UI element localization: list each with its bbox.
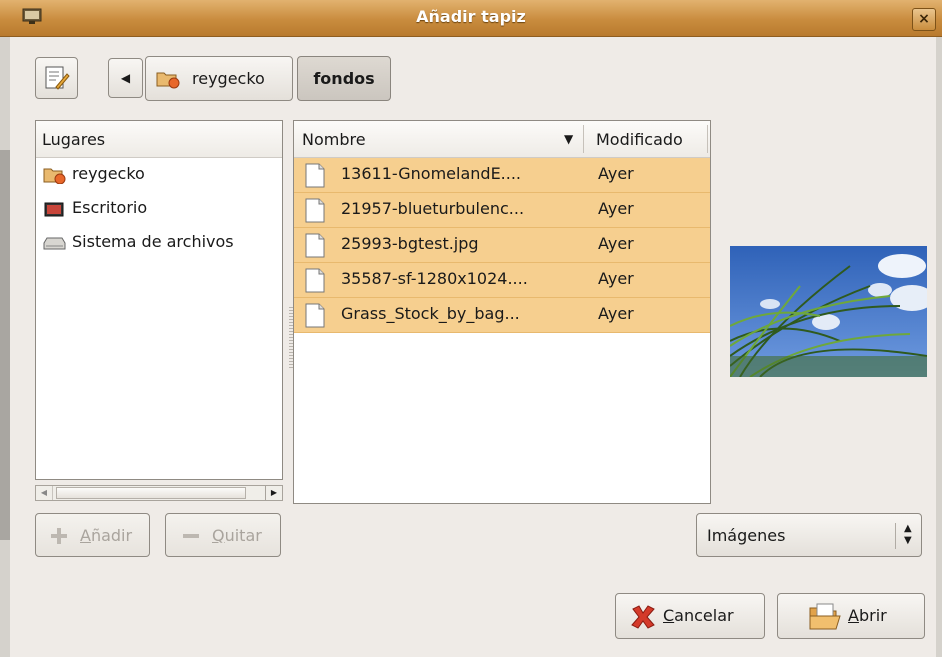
plus-icon <box>51 528 67 544</box>
file-name: Grass_Stock_by_bag... <box>341 304 520 323</box>
scroll-left-icon[interactable]: ◀ <box>36 486 53 500</box>
file-name: 13611-GnomelandE.... <box>341 164 522 183</box>
file-modified: Ayer <box>598 234 634 253</box>
crumb-label: fondos <box>313 69 375 88</box>
place-label: reygecko <box>72 164 145 183</box>
minus-icon <box>183 534 199 538</box>
background-window-edge <box>0 150 10 540</box>
place-label: Escritorio <box>72 198 148 217</box>
remove-button-label: Quitar <box>212 526 262 545</box>
crumb-fondos[interactable]: fondos <box>297 56 391 101</box>
open-button[interactable]: Abrir <box>777 593 925 639</box>
cancel-x-icon <box>631 605 655 629</box>
remove-place-button[interactable]: Quitar <box>165 513 281 557</box>
column-divider[interactable] <box>583 125 584 153</box>
file-icon <box>305 268 325 293</box>
table-row[interactable]: 21957-blueturbulenc... Ayer <box>294 193 710 228</box>
table-row[interactable]: Grass_Stock_by_bag... Ayer <box>294 298 710 333</box>
place-label: Sistema de archivos <box>72 232 234 251</box>
path-back-button[interactable]: ◀ <box>108 58 143 98</box>
crumb-label: reygecko <box>192 69 265 88</box>
table-row[interactable]: 13611-GnomelandE.... Ayer <box>294 158 710 193</box>
file-list-panel: Nombre ▼ Modificado 13611-GnomelandE....… <box>293 120 711 504</box>
places-horizontal-scrollbar[interactable]: ◀ ▶ <box>35 485 283 501</box>
scrollbar-thumb[interactable] <box>56 487 246 499</box>
column-divider[interactable] <box>707 125 708 153</box>
close-button[interactable]: × <box>912 8 936 31</box>
filter-selected-value: Imágenes <box>707 526 786 545</box>
table-row[interactable]: 35587-sf-1280x1024.... Ayer <box>294 263 710 298</box>
open-folder-icon <box>809 603 841 630</box>
cancel-button[interactable]: Cancelar <box>615 593 765 639</box>
places-panel: Lugares reygecko Escritorio Sistema de a… <box>35 120 283 480</box>
file-type-filter-select[interactable]: Imágenes ▲ ▼ <box>696 513 922 557</box>
file-name: 21957-blueturbulenc... <box>341 199 525 218</box>
crumb-reygecko[interactable]: reygecko <box>145 56 293 101</box>
file-name: 35587-sf-1280x1024.... <box>341 269 528 288</box>
column-modified-header[interactable]: Modificado <box>596 130 683 149</box>
file-name: 25993-bgtest.jpg <box>341 234 479 253</box>
table-row[interactable]: 25993-bgtest.jpg Ayer <box>294 228 710 263</box>
home-folder-icon <box>43 168 66 184</box>
desktop-icon <box>44 202 64 217</box>
cancel-button-label: Cancelar <box>663 606 734 625</box>
edit-document-icon <box>45 66 70 90</box>
column-name-header[interactable]: Nombre <box>302 130 366 149</box>
select-divider <box>895 523 896 549</box>
file-icon <box>305 303 325 328</box>
drive-icon <box>43 237 66 250</box>
file-icon <box>305 163 325 188</box>
type-location-button[interactable] <box>35 57 78 99</box>
add-place-button[interactable]: Añadir <box>35 513 150 557</box>
place-escritorio[interactable]: Escritorio <box>36 192 282 226</box>
file-modified: Ayer <box>598 304 634 323</box>
place-reygecko[interactable]: reygecko <box>36 158 282 192</box>
sort-descending-icon[interactable]: ▼ <box>564 132 573 146</box>
home-folder-icon <box>156 72 180 89</box>
file-icon <box>305 198 325 223</box>
places-header-label: Lugares <box>42 130 106 149</box>
file-icon <box>305 233 325 258</box>
file-modified: Ayer <box>598 199 634 218</box>
title-bar[interactable]: Añadir tapiz × <box>0 0 942 37</box>
open-button-label: Abrir <box>848 606 887 625</box>
image-preview <box>730 246 927 377</box>
file-list-header: Nombre ▼ Modificado <box>294 121 710 158</box>
dialog-body: ◀ reygecko fondos Lugares reygecko Escri… <box>10 37 936 657</box>
file-modified: Ayer <box>598 269 634 288</box>
scroll-right-icon[interactable]: ▶ <box>265 486 282 500</box>
up-down-arrows-icon: ▲ ▼ <box>904 523 912 546</box>
places-header[interactable]: Lugares <box>36 121 282 158</box>
place-sistema-de-archivos[interactable]: Sistema de archivos <box>36 226 282 260</box>
file-modified: Ayer <box>598 164 634 183</box>
add-button-label: Añadir <box>80 526 133 545</box>
window-title: Añadir tapiz <box>416 7 526 26</box>
